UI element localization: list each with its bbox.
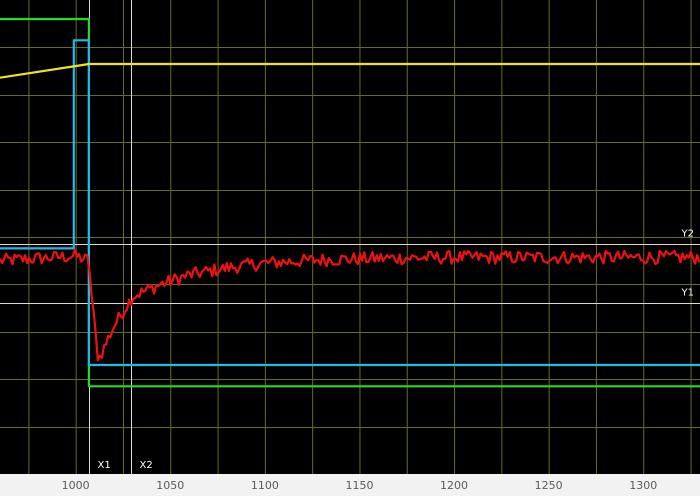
- cursor-y2-label: Y2: [681, 229, 694, 240]
- x-tick-label: 1200: [440, 479, 468, 492]
- cursor-x1-label: X1: [98, 460, 111, 471]
- cursor-y1-label: Y1: [681, 288, 694, 299]
- cursor-x2-label: X2: [140, 460, 153, 471]
- x-tick-label: 1300: [629, 479, 657, 492]
- x-tick-label: 1250: [535, 479, 563, 492]
- x-tick-label: 1100: [251, 479, 279, 492]
- x-tick-label: 1150: [345, 479, 373, 492]
- scope-view: X1 X2 Y2 Y1 1000 1050 1100 1150 1200 1250 1300: [0, 0, 700, 496]
- x-tick-label: 1050: [156, 479, 184, 492]
- scope-chart: X1 X2 Y2 Y1 1000 1050 1100 1150 1200 1250 1300: [0, 0, 700, 496]
- x-tick-label: 1000: [62, 479, 90, 492]
